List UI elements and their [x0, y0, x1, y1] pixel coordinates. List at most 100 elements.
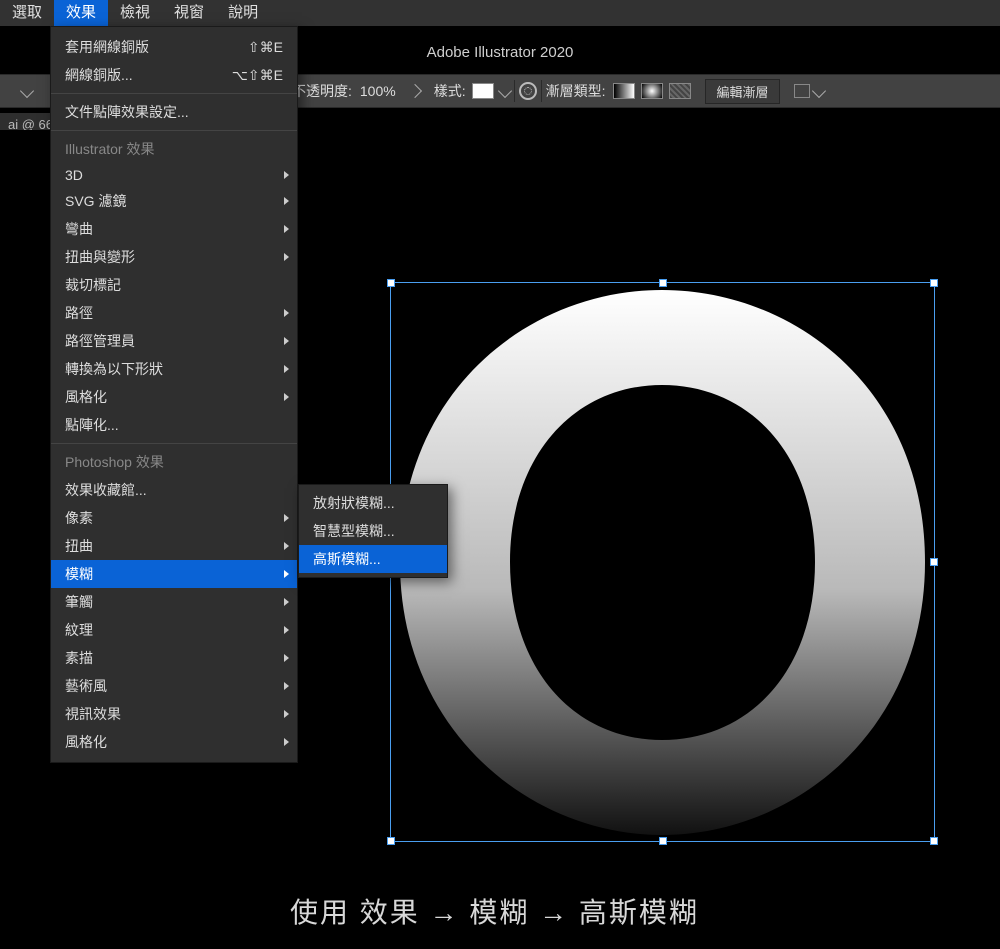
- menu-section-header-illustrator: Illustrator 效果: [51, 135, 297, 163]
- submenu-arrow-icon: [284, 197, 289, 205]
- menubar: 選取 效果 檢視 視窗 說明: [0, 0, 1000, 26]
- menu-item-label: 紋理: [65, 620, 93, 640]
- menu-item[interactable]: 扭曲與變形: [51, 243, 297, 271]
- menu-view[interactable]: 檢視: [108, 0, 162, 26]
- menu-separator: [51, 93, 297, 94]
- menu-last-effect[interactable]: 網線銅版... ⌥⇧⌘E: [51, 61, 297, 89]
- menu-separator: [51, 443, 297, 444]
- menu-item-label: 裁切標記: [65, 275, 121, 295]
- selection-handle[interactable]: [659, 279, 667, 287]
- menu-item[interactable]: 彎曲: [51, 215, 297, 243]
- menu-item-label: 風格化: [65, 387, 107, 407]
- submenu-item[interactable]: 高斯模糊...: [299, 545, 447, 573]
- selection-handle[interactable]: [387, 837, 395, 845]
- style-chevron-icon[interactable]: [498, 84, 512, 98]
- menu-item-label: 路徑管理員: [65, 331, 135, 351]
- gradient-freeform-swatch[interactable]: [669, 83, 691, 99]
- menu-item[interactable]: 風格化: [51, 383, 297, 411]
- submenu-arrow-icon: [284, 514, 289, 522]
- effect-menu-dropdown: 套用網線銅版 ⇧⌘E 網線銅版... ⌥⇧⌘E 文件點陣效果設定... Illu…: [50, 26, 298, 763]
- menu-item[interactable]: 視訊效果: [51, 700, 297, 728]
- menu-item[interactable]: 轉換為以下形狀: [51, 355, 297, 383]
- menu-item[interactable]: 裁切標記: [51, 271, 297, 299]
- menu-help[interactable]: 說明: [216, 0, 270, 26]
- selection-handle[interactable]: [930, 279, 938, 287]
- menu-item-label: 藝術風: [65, 676, 107, 696]
- submenu-arrow-icon: [284, 654, 289, 662]
- menu-item-label: 風格化: [65, 732, 107, 752]
- menu-select[interactable]: 選取: [0, 0, 54, 26]
- menu-item[interactable]: 點陣化...: [51, 411, 297, 439]
- submenu-arrow-icon: [284, 542, 289, 550]
- edit-gradient-button[interactable]: 編輯漸層: [705, 79, 779, 104]
- submenu-item[interactable]: 放射狀模糊...: [299, 489, 447, 517]
- gradient-type-label: 漸層類型:: [546, 81, 606, 101]
- opacity-label: 不透明度:: [292, 81, 352, 101]
- submenu-arrow-icon: [284, 253, 289, 261]
- menu-effect[interactable]: 效果: [54, 0, 108, 26]
- submenu-arrow-icon: [284, 738, 289, 746]
- submenu-arrow-icon: [284, 225, 289, 233]
- menu-item-label: 筆觸: [65, 592, 93, 612]
- recolor-icon[interactable]: [519, 82, 537, 100]
- selection-handle[interactable]: [659, 837, 667, 845]
- chevron-down-icon[interactable]: [20, 84, 34, 98]
- menu-item[interactable]: 3D: [51, 163, 297, 187]
- submenu-arrow-icon: [284, 570, 289, 578]
- submenu-arrow-icon: [284, 598, 289, 606]
- gradient-radial-swatch[interactable]: [641, 83, 663, 99]
- submenu-arrow-icon: [284, 337, 289, 345]
- menu-item-label: 點陣化...: [65, 415, 119, 435]
- menu-apply-last-effect[interactable]: 套用網線銅版 ⇧⌘E: [51, 33, 297, 61]
- menu-item[interactable]: 像素: [51, 504, 297, 532]
- blur-submenu: 放射狀模糊...智慧型模糊...高斯模糊...: [298, 484, 448, 578]
- selection-handle[interactable]: [930, 837, 938, 845]
- panel-toggle-icon[interactable]: [794, 84, 810, 98]
- menu-item[interactable]: 紋理: [51, 616, 297, 644]
- menu-raster-settings[interactable]: 文件點陣效果設定...: [51, 98, 297, 126]
- opacity-value[interactable]: 100%: [360, 83, 396, 99]
- menu-item-label: 路徑: [65, 303, 93, 323]
- style-label: 樣式:: [434, 81, 466, 101]
- menu-item[interactable]: 路徑管理員: [51, 327, 297, 355]
- menu-item-label: 轉換為以下形狀: [65, 359, 163, 379]
- chevron-right-icon[interactable]: [408, 84, 422, 98]
- submenu-item[interactable]: 智慧型模糊...: [299, 517, 447, 545]
- submenu-arrow-icon: [284, 393, 289, 401]
- menu-item[interactable]: 扭曲: [51, 532, 297, 560]
- menu-item-label: 效果收藏館...: [65, 480, 147, 500]
- divider: [541, 80, 542, 102]
- submenu-arrow-icon: [284, 171, 289, 179]
- tutorial-annotation: 使用 效果 → 模糊 → 高斯模糊: [290, 891, 699, 931]
- menu-window[interactable]: 視窗: [162, 0, 216, 26]
- menu-item[interactable]: 模糊: [51, 560, 297, 588]
- submenu-arrow-icon: [284, 710, 289, 718]
- menu-item-label: 扭曲: [65, 536, 93, 556]
- panel-chevron-icon[interactable]: [811, 84, 825, 98]
- style-swatch[interactable]: [472, 83, 494, 99]
- menu-item[interactable]: 藝術風: [51, 672, 297, 700]
- gradient-linear-swatch[interactable]: [613, 83, 635, 99]
- submenu-arrow-icon: [284, 365, 289, 373]
- submenu-arrow-icon: [284, 309, 289, 317]
- menu-item[interactable]: SVG 濾鏡: [51, 187, 297, 215]
- divider: [514, 80, 515, 102]
- menu-item[interactable]: 素描: [51, 644, 297, 672]
- menu-section-header-photoshop: Photoshop 效果: [51, 448, 297, 476]
- selection-bounding-box[interactable]: [390, 282, 935, 842]
- menu-item[interactable]: 風格化: [51, 728, 297, 756]
- menu-item[interactable]: 效果收藏館...: [51, 476, 297, 504]
- menu-item-label: 視訊效果: [65, 704, 121, 724]
- menu-separator: [51, 130, 297, 131]
- menu-item-label: 模糊: [65, 564, 93, 584]
- submenu-arrow-icon: [284, 682, 289, 690]
- menu-item[interactable]: 路徑: [51, 299, 297, 327]
- selection-handle[interactable]: [930, 558, 938, 566]
- menu-item-label: 彎曲: [65, 219, 93, 239]
- menu-item-label: 像素: [65, 508, 93, 528]
- menu-item-label: SVG 濾鏡: [65, 191, 126, 211]
- submenu-arrow-icon: [284, 626, 289, 634]
- selection-handle[interactable]: [387, 279, 395, 287]
- menu-item[interactable]: 筆觸: [51, 588, 297, 616]
- menu-item-label: 3D: [65, 167, 83, 183]
